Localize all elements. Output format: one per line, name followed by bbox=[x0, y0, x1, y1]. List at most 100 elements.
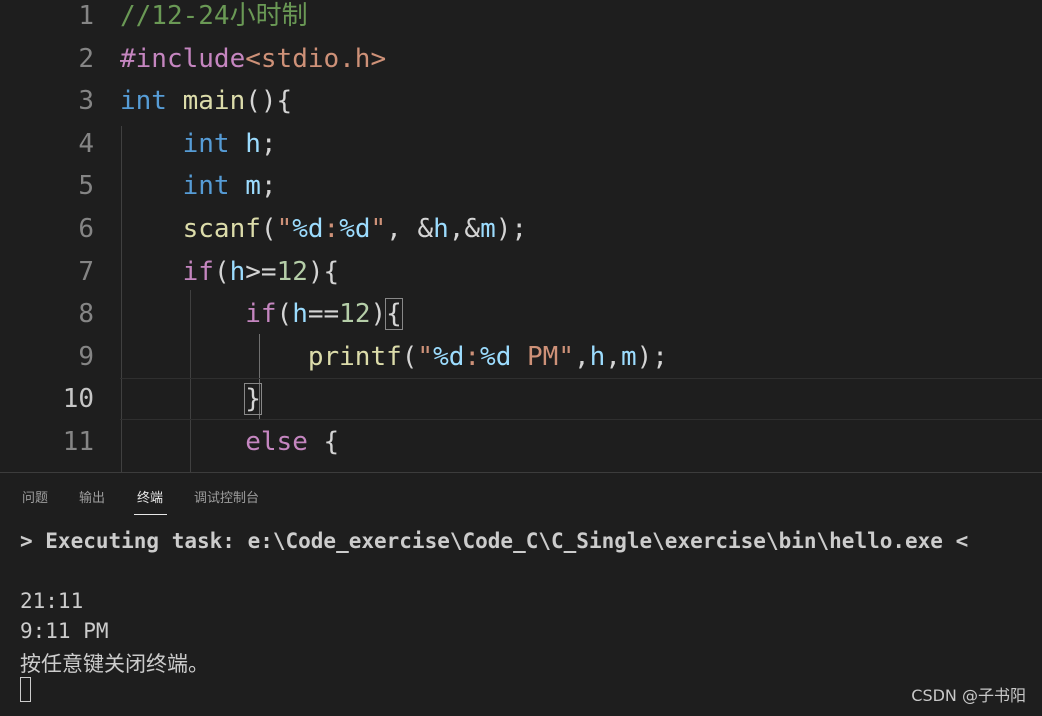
code-token: { bbox=[385, 298, 403, 331]
line-number: 9 bbox=[78, 341, 94, 372]
code-token: 12 bbox=[276, 256, 308, 287]
code-token: h bbox=[292, 299, 308, 330]
code-token: ); bbox=[495, 214, 528, 244]
code-token: ; bbox=[260, 128, 277, 159]
code-token: } bbox=[244, 383, 262, 416]
terminal-cursor bbox=[20, 677, 31, 702]
terminal-close-prompt: 按任意键关闭终端。 bbox=[20, 652, 209, 676]
line-number: 1 bbox=[78, 1, 94, 31]
code-token: int bbox=[182, 128, 230, 159]
line-number: 2 bbox=[78, 43, 94, 74]
code-token: scanf bbox=[182, 214, 261, 244]
code-text: printf("%d:%d PM",h,m); bbox=[120, 336, 668, 378]
code-token: , bbox=[573, 341, 590, 372]
code-line[interactable]: 3 int main(){ bbox=[0, 80, 1042, 122]
code-token: ; bbox=[260, 171, 277, 202]
code-line[interactable]: 9 printf("%d:%d PM",h,m); bbox=[0, 336, 1042, 378]
code-token: : bbox=[464, 341, 481, 372]
code-token: " bbox=[370, 214, 387, 244]
code-text: scanf("%d:%d", &h,&m); bbox=[120, 208, 527, 250]
code-token: ( bbox=[213, 256, 230, 287]
code-token: m bbox=[480, 214, 496, 244]
code-token: main bbox=[182, 86, 246, 117]
code-token: == bbox=[307, 299, 340, 330]
code-token: PM" bbox=[511, 341, 574, 372]
line-number: 7 bbox=[78, 256, 94, 287]
code-token: , & bbox=[386, 214, 434, 244]
code-text: //12-24小时制 bbox=[120, 0, 308, 37]
tab-terminal[interactable]: 终端 bbox=[137, 487, 163, 506]
tab-output[interactable]: 输出 bbox=[79, 487, 105, 506]
code-token: ( bbox=[260, 214, 277, 244]
code-line[interactable]: 5 int m; bbox=[0, 165, 1042, 207]
code-text: int h; bbox=[120, 123, 277, 165]
line-number: 3 bbox=[78, 86, 94, 117]
code-line[interactable]: 1 //12-24小时制 bbox=[0, 0, 1042, 37]
code-token: int bbox=[120, 86, 167, 117]
code-text: } bbox=[120, 378, 262, 420]
code-token: %d bbox=[480, 341, 512, 372]
code-token: if bbox=[245, 299, 277, 330]
code-token: if bbox=[182, 256, 214, 287]
terminal-task-line: > Executing task: e:\Code_exercise\Code_… bbox=[20, 529, 969, 553]
terminal-output-line: 9:11 PM bbox=[20, 619, 109, 643]
tab-debug-console[interactable]: 调试控制台 bbox=[194, 487, 259, 506]
code-token: //12-24小时制 bbox=[120, 1, 308, 31]
code-text: else { bbox=[120, 421, 339, 463]
line-number: 5 bbox=[78, 171, 94, 202]
code-token: " bbox=[276, 214, 293, 244]
line-number: 6 bbox=[78, 214, 94, 244]
code-token: h bbox=[229, 256, 246, 287]
line-number: 11 bbox=[62, 427, 94, 457]
code-line[interactable]: 11 else { bbox=[0, 421, 1042, 463]
code-token: h bbox=[589, 341, 606, 372]
code-text: if(h==12){ bbox=[120, 293, 403, 335]
code-line[interactable]: 6 scanf("%d:%d", &h,&m); bbox=[0, 208, 1042, 250]
code-token: >= bbox=[245, 256, 277, 287]
code-token: ) bbox=[370, 299, 387, 330]
line-number: 4 bbox=[78, 128, 94, 159]
code-text: if(h>=12){ bbox=[120, 251, 340, 293]
code-text: int m; bbox=[120, 165, 277, 207]
code-token: printf bbox=[307, 341, 402, 372]
line-number: 10 bbox=[62, 384, 94, 415]
line-number: 8 bbox=[78, 299, 94, 330]
code-token: %d bbox=[433, 341, 465, 372]
code-token: 12 bbox=[339, 299, 371, 330]
code-token: %d bbox=[339, 214, 371, 244]
terminal-input-line: 21:11 bbox=[20, 589, 84, 613]
code-token: ,& bbox=[448, 214, 481, 244]
code-token: #include bbox=[120, 43, 246, 74]
code-line[interactable]: 4 int h; bbox=[0, 123, 1042, 165]
code-token: %d bbox=[292, 214, 324, 244]
code-editor[interactable]: 1//12-24小时制 2 #include<stdio.h> 3 int main()… bbox=[0, 0, 1042, 472]
code-token: ); bbox=[636, 341, 668, 372]
code-token: " bbox=[417, 341, 434, 372]
code-token: m bbox=[620, 341, 637, 372]
code-token: m bbox=[245, 171, 261, 202]
code-line[interactable]: 7 if(h>=12){ bbox=[0, 251, 1042, 293]
code-token: ( bbox=[276, 299, 293, 330]
code-token: int bbox=[182, 171, 230, 202]
code-line[interactable]: 10 } bbox=[0, 378, 1042, 421]
watermark: CSDN @子书阳 bbox=[911, 686, 1026, 705]
bottom-panel: 问题 输出 终端 调试控制台 > Executing task: e:\Code… bbox=[0, 473, 1042, 716]
code-token: , bbox=[605, 341, 621, 372]
tab-problems[interactable]: 问题 bbox=[22, 487, 48, 506]
code-text: int main(){ bbox=[120, 80, 292, 122]
code-token: else bbox=[245, 427, 308, 457]
code-text: #include<stdio.h> bbox=[120, 38, 386, 80]
code-line[interactable]: 8 if(h==12){ bbox=[0, 293, 1042, 335]
code-token: { bbox=[307, 427, 340, 457]
code-token: ){ bbox=[307, 256, 340, 287]
code-line[interactable]: 2 #include<stdio.h> bbox=[0, 38, 1042, 80]
